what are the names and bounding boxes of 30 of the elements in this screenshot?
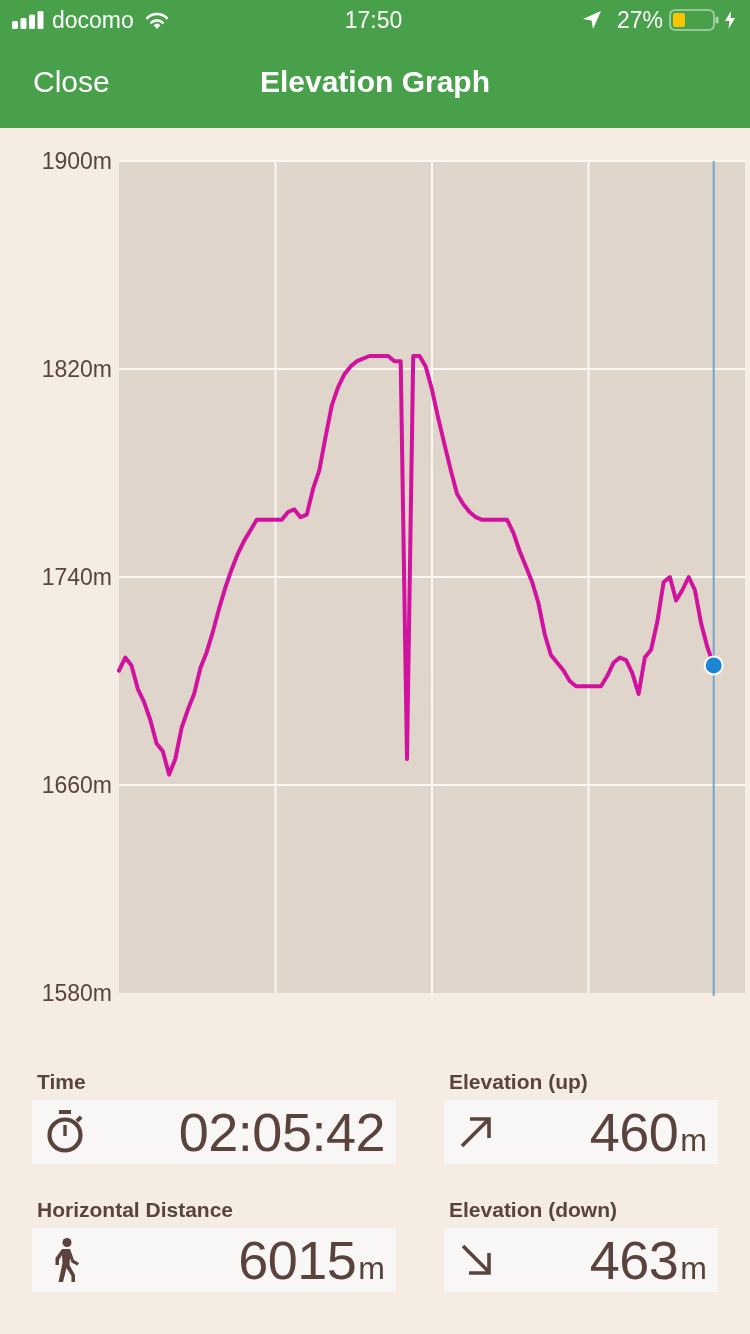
wifi-icon xyxy=(144,11,169,29)
unit-label: m xyxy=(680,1250,707,1286)
y-axis-label: 1900m xyxy=(41,148,112,174)
y-axis-label: 1580m xyxy=(41,980,112,1006)
position-marker-icon xyxy=(703,655,724,676)
status-time: 17:50 xyxy=(344,6,403,34)
unit-label: m xyxy=(358,1250,385,1286)
battery-percent: 27% xyxy=(616,6,663,34)
arrow-up-right-icon xyxy=(460,1116,492,1148)
close-button[interactable]: Close xyxy=(33,64,110,100)
stat-label: Elevation (down) xyxy=(449,1198,617,1222)
stat-label: Horizontal Distance xyxy=(37,1198,234,1222)
carrier-name: docomo xyxy=(52,6,134,34)
y-axis-label: 1660m xyxy=(41,772,112,798)
battery-icon xyxy=(669,9,719,31)
stat-label: Time xyxy=(37,1070,86,1094)
arrow-down-right-icon xyxy=(460,1244,492,1276)
y-axis-label: 1740m xyxy=(41,564,112,590)
signal-icon xyxy=(12,11,44,29)
stat-value: 463 xyxy=(589,1230,679,1290)
stat-value: 6015 xyxy=(238,1230,357,1290)
stat-label: Elevation (up) xyxy=(449,1070,588,1094)
charging-bolt-icon xyxy=(725,11,735,29)
stopwatch-icon xyxy=(46,1109,84,1153)
stat-value: 460 xyxy=(589,1102,679,1162)
stat-value: 02:05:42 xyxy=(178,1102,385,1162)
y-axis-label: 1820m xyxy=(41,356,112,382)
screen-title: Elevation Graph xyxy=(259,64,491,100)
unit-label: m xyxy=(680,1122,707,1158)
location-arrow-icon xyxy=(582,11,601,29)
